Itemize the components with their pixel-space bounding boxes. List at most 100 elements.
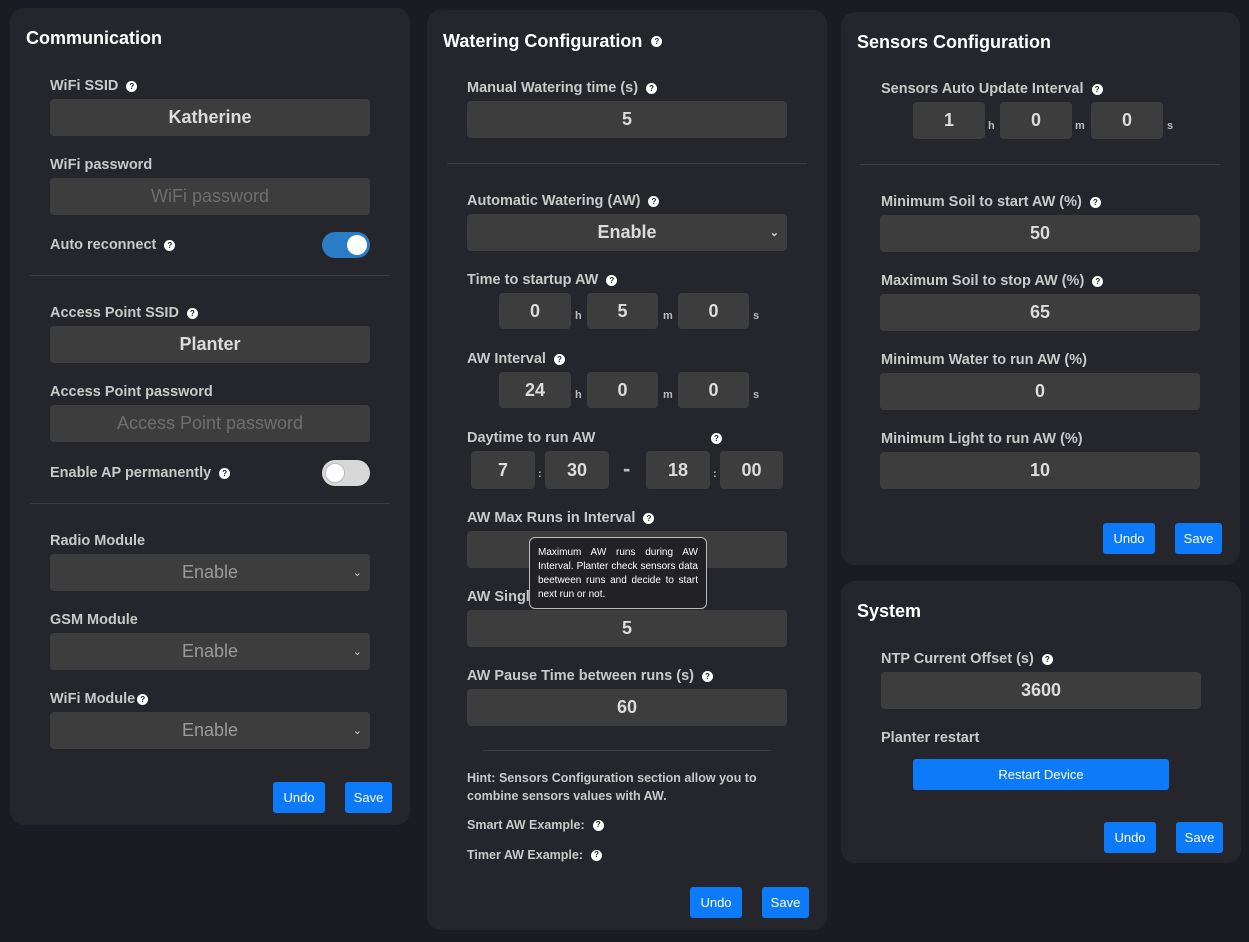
wifi-module-select[interactable]: Enable ⌄ — [50, 712, 370, 749]
enable-ap-label: Enable AP permanently? — [50, 465, 231, 481]
interval-hours-input[interactable]: 24 — [499, 372, 571, 408]
daytime-aw-label: Daytime to run AW — [467, 430, 596, 446]
undo-button[interactable]: Undo — [690, 887, 742, 918]
label-text: Smart AW Example: — [467, 818, 585, 832]
save-button[interactable]: Save — [1176, 822, 1223, 853]
label-text: Access Point SSID — [50, 305, 179, 321]
undo-button[interactable]: Undo — [1103, 523, 1155, 554]
pause-time-label: AW Pause Time between runs (s)? — [467, 668, 713, 684]
undo-button[interactable]: Undo — [273, 782, 325, 813]
select-value: Enable — [181, 562, 239, 582]
hint-body: Sensors Configuration section allow you … — [467, 771, 757, 803]
label-text: Timer AW Example: — [467, 848, 584, 862]
min-soil-label: Minimum Soil to start AW (%)? — [881, 194, 1101, 210]
undo-button[interactable]: Undo — [1104, 822, 1156, 853]
wifi-ssid-label: WiFi SSID? — [50, 78, 138, 94]
startup-hours-input[interactable]: 0 — [499, 293, 571, 329]
ap-ssid-input[interactable]: Planter — [50, 326, 370, 363]
unit-hours: h — [575, 389, 582, 401]
help-icon[interactable]: ? — [591, 849, 603, 861]
label-text: AW Pause Time between runs (s) — [467, 668, 694, 684]
radio-module-label: Radio Module — [50, 533, 146, 549]
help-icon[interactable]: ? — [1091, 83, 1103, 95]
system-panel — [841, 581, 1241, 863]
help-icon[interactable]: ? — [137, 693, 149, 705]
watering-title: Watering Configuration? — [443, 31, 663, 52]
range-dash: - — [623, 456, 631, 481]
help-icon[interactable]: ? — [701, 670, 713, 682]
chevron-down-icon: ⌄ — [352, 646, 362, 658]
communication-title: Communication — [26, 28, 163, 48]
help-icon[interactable]: ? — [1089, 196, 1101, 208]
startup-seconds-input[interactable]: 0 — [678, 293, 749, 329]
unit-hours: h — [575, 310, 582, 322]
max-runs-tooltip: Maximum AW runs during AW Interval. Plan… — [529, 537, 707, 609]
help-icon[interactable]: ? — [651, 36, 663, 47]
label-text: Auto reconnect — [50, 237, 157, 253]
help-icon[interactable]: ? — [1041, 653, 1053, 665]
min-soil-input[interactable]: 50 — [880, 215, 1200, 252]
interval-minutes-input[interactable]: 0 — [587, 372, 658, 408]
gsm-module-select[interactable]: Enable ⌄ — [50, 633, 370, 670]
sensors-title: Sensors Configuration — [857, 32, 1052, 52]
help-icon[interactable]: ? — [186, 307, 198, 319]
unit-seconds: s — [1167, 120, 1174, 132]
help-icon[interactable]: ? — [553, 353, 565, 365]
pause-time-input[interactable]: 60 — [467, 689, 787, 726]
smart-aw-example: Smart AW Example:? — [467, 816, 604, 834]
chevron-down-icon: ⌄ — [769, 227, 779, 239]
min-water-input[interactable]: 0 — [880, 373, 1200, 410]
help-icon[interactable]: ? — [1092, 275, 1104, 287]
toggle-knob — [347, 235, 367, 255]
startup-minutes-input[interactable]: 5 — [587, 293, 658, 329]
label-text: Automatic Watering (AW) — [467, 193, 641, 209]
save-button[interactable]: Save — [1175, 523, 1222, 554]
help-icon[interactable]: ? — [126, 80, 138, 92]
wifi-ssid-input[interactable]: Katherine — [50, 99, 370, 136]
auto-update-minutes-input[interactable]: 0 — [1000, 102, 1072, 139]
auto-reconnect-toggle[interactable] — [322, 232, 370, 258]
system-title: System — [857, 601, 922, 621]
daytime-start-minute-input[interactable]: 30 — [545, 451, 609, 489]
help-icon[interactable]: ? — [606, 274, 618, 286]
help-icon[interactable]: ? — [646, 82, 658, 94]
aw-interval-label: AW Interval? — [467, 351, 565, 367]
help-icon[interactable]: ? — [648, 195, 660, 207]
ntp-offset-label: NTP Current Offset (s)? — [881, 651, 1053, 667]
wifi-password-input[interactable]: WiFi password — [50, 178, 370, 215]
single-run-input[interactable]: 5 — [467, 610, 787, 647]
radio-module-select[interactable]: Enable ⌄ — [50, 554, 370, 591]
title-text: Watering Configuration — [443, 31, 643, 51]
unit-minutes: m — [1075, 120, 1085, 132]
max-soil-input[interactable]: 65 — [880, 294, 1200, 331]
restart-device-button[interactable]: Restart Device — [913, 759, 1169, 790]
ap-password-label: Access Point password — [50, 384, 213, 400]
daytime-end-hour-input[interactable]: 18 — [646, 451, 710, 489]
help-icon[interactable]: ? — [219, 467, 231, 479]
divider — [30, 275, 390, 276]
label-text: Maximum Soil to stop AW (%) — [881, 273, 1085, 289]
help-icon[interactable]: ? — [643, 512, 655, 524]
daytime-end-minute-input[interactable]: 00 — [720, 451, 783, 489]
chevron-down-icon: ⌄ — [352, 567, 362, 579]
manual-watering-input[interactable]: 5 — [467, 101, 787, 138]
automatic-watering-select[interactable]: Enable ⌄ — [467, 214, 787, 251]
daytime-start-hour-input[interactable]: 7 — [471, 451, 535, 489]
save-button[interactable]: Save — [762, 887, 809, 918]
single-run-label: AW Singl — [467, 589, 530, 605]
divider — [483, 750, 771, 751]
save-button[interactable]: Save — [345, 782, 392, 813]
min-light-input[interactable]: 10 — [880, 452, 1200, 489]
unit-seconds: s — [753, 310, 760, 322]
label-text: Manual Watering time (s) — [467, 80, 639, 96]
auto-update-hours-input[interactable]: 1 — [913, 102, 985, 139]
help-icon[interactable]: ? — [592, 819, 604, 831]
auto-update-seconds-input[interactable]: 0 — [1091, 102, 1163, 139]
interval-seconds-input[interactable]: 0 — [678, 372, 749, 408]
wifi-password-label: WiFi password — [50, 157, 153, 173]
ap-password-input[interactable]: Access Point password — [50, 405, 370, 442]
ntp-offset-input[interactable]: 3600 — [881, 672, 1201, 709]
help-icon[interactable]: ? — [164, 239, 176, 251]
enable-ap-toggle[interactable] — [322, 460, 370, 486]
help-icon[interactable]: ? — [711, 433, 722, 444]
